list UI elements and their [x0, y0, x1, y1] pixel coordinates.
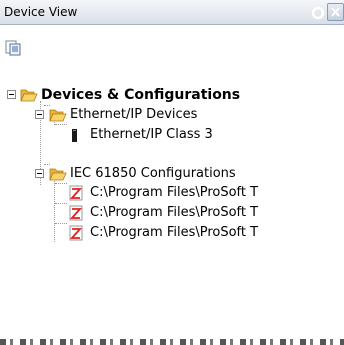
bottom-artifact	[0, 339, 344, 345]
tree-node-iec-config-file[interactable]: C:\Program Files\ProSoft T	[0, 183, 344, 203]
tree-node-label: IEC 61850 Configurations	[70, 166, 236, 181]
close-icon	[331, 7, 340, 17]
properties-button[interactable]	[4, 39, 22, 57]
tree-node-label: Devices & Configurations	[41, 87, 241, 103]
tree-node-iec-config-file[interactable]: C:\Program Files\ProSoft T	[0, 223, 344, 243]
tree-node-iec-61850-configurations[interactable]: IEC 61850 Configurations	[0, 164, 344, 184]
tree-node-iec-config-file[interactable]: C:\Program Files\ProSoft T	[0, 203, 344, 223]
properties-icon	[5, 40, 21, 56]
tree-node-label: C:\Program Files\ProSoft T	[90, 225, 259, 240]
pin-icon	[311, 6, 325, 20]
device-icon	[72, 129, 77, 142]
toolbar	[0, 25, 344, 75]
close-button[interactable]	[327, 3, 344, 21]
title-bar: Device View	[0, 0, 344, 25]
device-tree: Devices & Configurations Ethernet/IP Dev…	[0, 75, 344, 335]
tree-node-label: C:\Program Files\ProSoft T	[90, 185, 259, 200]
collapse-icon[interactable]	[35, 169, 44, 178]
folder-open-icon	[20, 89, 38, 102]
tree-node-devices-configurations[interactable]: Devices & Configurations	[0, 85, 344, 105]
config-file-error-icon	[69, 225, 83, 241]
tree-node-label: C:\Program Files\ProSoft T	[90, 205, 259, 220]
folder-open-icon	[49, 168, 67, 181]
tree-node-label: Ethernet/IP Devices	[70, 107, 198, 122]
collapse-icon[interactable]	[7, 90, 16, 99]
config-file-error-icon	[69, 185, 83, 201]
tree-node-ethernet-ip-devices[interactable]: Ethernet/IP Devices	[0, 105, 344, 125]
panel-title: Device View	[4, 5, 78, 19]
folder-open-icon	[49, 109, 67, 122]
device-view-panel: Device View Devices & Configurations Eth…	[0, 0, 344, 345]
pin-button[interactable]	[309, 3, 327, 21]
tree-node-ethernet-ip-class-3[interactable]: Ethernet/IP Class 3	[0, 125, 344, 145]
collapse-icon[interactable]	[35, 110, 44, 119]
tree-node-label: Ethernet/IP Class 3	[90, 127, 213, 142]
config-file-error-icon	[69, 205, 83, 221]
